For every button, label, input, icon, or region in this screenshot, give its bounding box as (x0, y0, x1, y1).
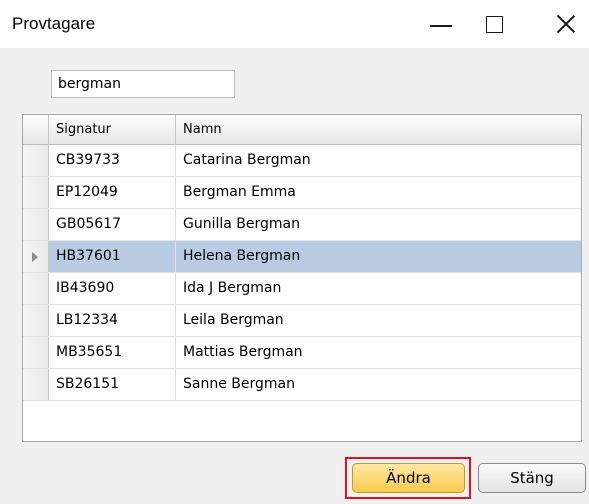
row-selector[interactable] (23, 369, 49, 400)
cell-namn[interactable]: Helena Bergman (176, 241, 581, 272)
cell-namn[interactable]: Leila Bergman (176, 305, 581, 336)
andra-button[interactable]: Ändra (352, 463, 465, 493)
table-row[interactable]: MB35651 Mattias Bergman (23, 337, 581, 369)
stang-button[interactable]: Stäng (478, 463, 586, 493)
table-row[interactable]: SB26151 Sanne Bergman (23, 369, 581, 401)
cell-signatur[interactable]: CB39733 (49, 145, 176, 176)
column-header-namn[interactable]: Namn (176, 115, 581, 144)
cell-namn[interactable]: Catarina Bergman (176, 145, 581, 176)
row-selector[interactable] (23, 177, 49, 208)
column-header-signatur[interactable]: Signatur (49, 115, 176, 144)
row-selector[interactable] (23, 337, 49, 368)
cell-signatur[interactable]: HB37601 (49, 241, 176, 272)
row-selector[interactable] (23, 209, 49, 240)
table-row[interactable]: LB12334 Leila Bergman (23, 305, 581, 337)
cell-namn[interactable]: Sanne Bergman (176, 369, 581, 400)
cell-signatur[interactable]: MB35651 (49, 337, 176, 368)
provtagare-grid[interactable]: Signatur Namn CB39733 Catarina Bergman EP1… (22, 114, 582, 442)
table-row[interactable]: GB05617 Gunilla Bergman (23, 209, 581, 241)
maximize-button[interactable] (471, 0, 517, 48)
cell-signatur[interactable]: SB26151 (49, 369, 176, 400)
minimize-icon (430, 25, 452, 27)
maximize-icon (485, 15, 503, 33)
close-icon (556, 14, 576, 34)
title-bar[interactable]: Provtagare (0, 0, 589, 48)
cell-signatur[interactable]: EP12049 (49, 177, 176, 208)
minimize-button[interactable] (418, 0, 464, 48)
table-row[interactable]: HB37601 Helena Bergman (23, 241, 581, 273)
cell-namn[interactable]: Gunilla Bergman (176, 209, 581, 240)
cell-signatur[interactable]: GB05617 (49, 209, 176, 240)
grid-header: Signatur Namn (23, 115, 581, 145)
provtagare-window: Provtagare Signatur Namn CB39733Catarina… (0, 0, 589, 504)
table-row[interactable]: IB43690 Ida J Bergman (23, 273, 581, 305)
cell-signatur[interactable]: IB43690 (49, 273, 176, 304)
close-button[interactable] (543, 0, 589, 48)
cell-namn[interactable]: Ida J Bergman (176, 273, 581, 304)
cell-signatur[interactable]: LB12334 (49, 305, 176, 336)
row-selector[interactable] (23, 305, 49, 336)
current-row-arrow-icon (32, 252, 38, 262)
cell-namn[interactable]: Bergman Emma (176, 177, 581, 208)
dialog-content: Signatur Namn CB39733Catarina BergmanEP1… (0, 48, 589, 504)
table-row[interactable]: EP12049 Bergman Emma (23, 177, 581, 209)
row-selector-header (23, 115, 49, 144)
cell-namn[interactable]: Mattias Bergman (176, 337, 581, 368)
window-title: Provtagare (12, 14, 96, 33)
search-input[interactable] (51, 70, 235, 98)
row-selector[interactable] (23, 273, 49, 304)
row-selector[interactable] (23, 145, 49, 176)
row-selector[interactable] (23, 241, 49, 272)
table-row[interactable]: CB39733 Catarina Bergman (23, 145, 581, 177)
